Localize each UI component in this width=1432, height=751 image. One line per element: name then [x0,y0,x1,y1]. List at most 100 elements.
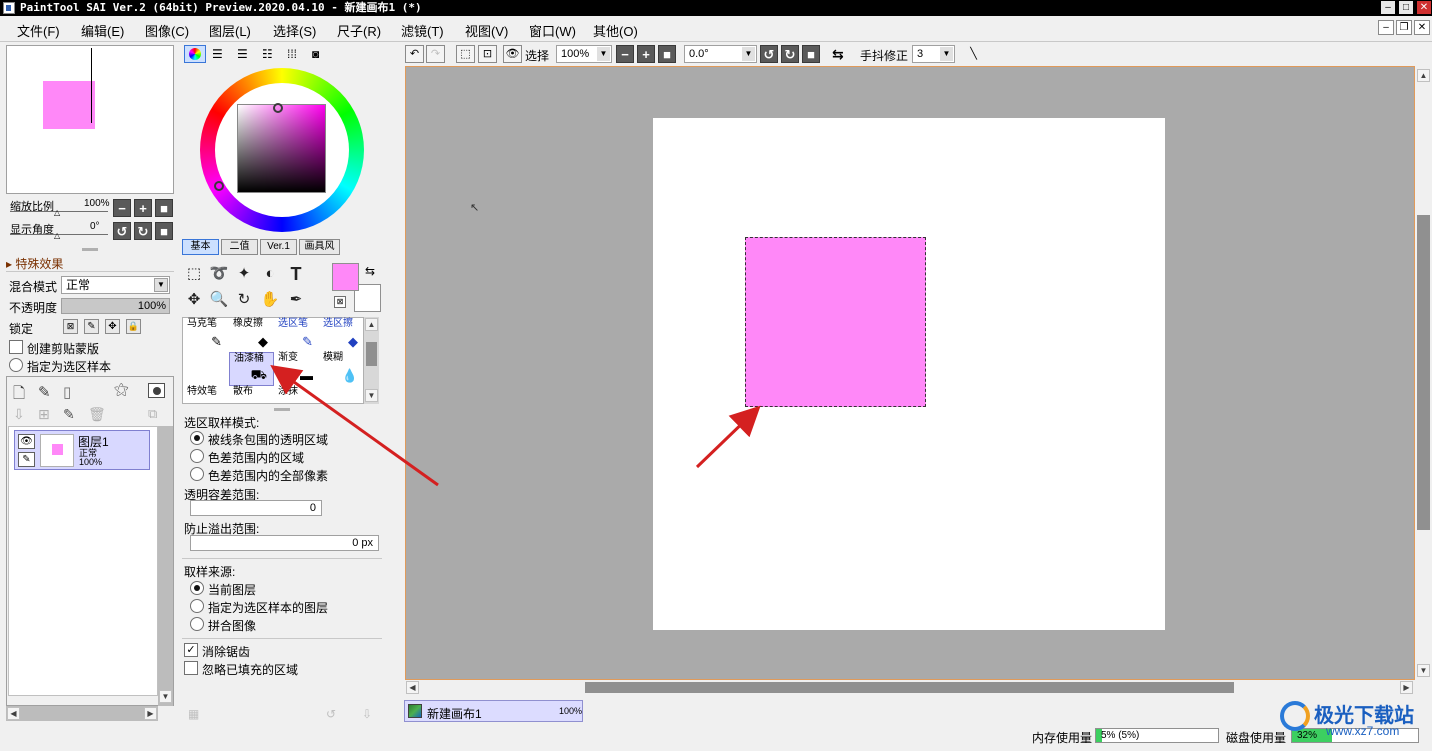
antialias-checkbox[interactable]: ✓ [184,643,198,657]
text-tool-icon[interactable]: T [284,262,308,286]
brush-marker[interactable]: 马克笔 ✎ [183,318,228,352]
invert-selection-button[interactable]: ⊡ [478,45,497,63]
mdi-close-icon[interactable]: ✕ [1414,20,1430,35]
lock-move-icon[interactable]: ✥ [105,319,120,334]
layer-scroll-down-icon[interactable]: ▼ [159,690,172,703]
straight-line-icon[interactable]: ╲ [964,45,983,63]
brush-selection-pen[interactable]: 选区笔 ✎ [274,318,319,352]
menu-select[interactable]: 选择(S) [273,21,316,40]
canvas-scroll-left-icon[interactable]: ◀ [406,681,419,694]
redo-button[interactable]: ↷ [426,45,445,63]
menu-edit[interactable]: 编辑(E) [81,21,124,40]
canvas-v-scroll-thumb[interactable] [1417,215,1430,530]
mode-radio-1[interactable] [190,431,204,445]
canvas-scroll-down-icon[interactable]: ▼ [1417,664,1430,677]
clear-layer-icon[interactable]: ✎ [63,406,75,423]
menu-file[interactable]: 文件(F) [17,21,60,40]
menu-ruler[interactable]: 尺子(R) [337,21,381,40]
mdi-restore-icon[interactable]: ❐ [1396,20,1412,35]
toolbar-zoom-in-button[interactable]: + [637,45,655,63]
layer-mask-apply-icon[interactable]: ⧉ [148,406,157,422]
hsv-slider-mode-icon[interactable]: ☰ [237,47,248,61]
layer-list-scrollbar[interactable] [158,426,173,706]
lock-paint-icon[interactable]: ✎ [84,319,99,334]
magic-wand-tool-icon[interactable]: ✦ [232,262,256,286]
layer-scroll-left-icon[interactable]: ◀ [7,707,20,720]
zoom-tool-icon[interactable]: 🔍 [207,288,231,312]
tolerance-input[interactable]: 0 [190,500,322,516]
toolbar-rotate-reset-button[interactable]: ■ [802,45,820,63]
tool-save-icon[interactable]: ⇩ [362,707,372,721]
tool-reset-icon[interactable]: ↺ [326,707,336,721]
toolbar-rotate-left-button[interactable]: ↺ [760,45,778,63]
new-folder-icon[interactable]: ▯ [63,383,71,401]
swap-colors-icon[interactable]: ⇆ [365,264,375,278]
new-layer-icon[interactable]: 🗋 [13,383,25,408]
brush-smudge[interactable]: 涂抹 [274,386,319,420]
toolbar-rotate-right-button[interactable]: ↻ [781,45,799,63]
layer-mask-icon[interactable] [148,383,165,398]
brush-scroll-down-icon[interactable]: ▼ [365,389,378,402]
rotation-select[interactable]: 0.0° ▼ [684,45,757,63]
lasso-tool-icon[interactable]: ➰ [207,262,231,286]
minimize-icon[interactable]: – [1381,1,1395,14]
layer-h-scrollbar[interactable] [6,706,158,721]
toolbar-zoom-reset-button[interactable]: ■ [658,45,676,63]
eye-icon[interactable]: 👁 [18,434,35,449]
brush-empty2[interactable] [319,386,364,420]
zoom-out-button[interactable]: − [113,199,131,217]
lock-all-icon[interactable]: 🔒 [126,319,141,334]
rotate-right-button[interactable]: ↻ [134,222,152,240]
zoom-slider-thumb[interactable]: △ [54,208,60,217]
menu-layer[interactable]: 图层(L) [209,21,251,40]
menu-filter[interactable]: 滤镜(T) [401,21,444,40]
layer-row[interactable]: 👁 ✎ 图层1 正常 100% [14,430,150,470]
layer-effect-icon[interactable]: ⚝ [114,381,129,398]
ignore-filled-checkbox[interactable] [184,661,198,675]
tool-settings-icon[interactable]: ▦ [188,707,199,721]
rotate-left-button[interactable]: ↺ [113,222,131,240]
brush-splitter[interactable] [274,408,290,411]
mode-radio-2[interactable] [190,449,204,463]
source-radio-1[interactable] [190,581,204,595]
pen-icon[interactable]: ✎ [18,452,35,467]
source-radio-2[interactable] [190,599,204,613]
delete-layer-icon[interactable]: 🗑 [88,406,106,423]
effects-expander[interactable]: ▸ 特殊效果 [6,255,63,272]
maximize-icon[interactable]: □ [1399,1,1413,14]
eyedropper-tool-icon[interactable]: ✒ [284,288,308,312]
color-wheel-mode-button[interactable] [184,45,206,63]
lock-transparency-icon[interactable]: ⊠ [63,319,78,334]
blend-mode-select[interactable]: 正常 ▼ [61,276,170,294]
rgb-slider-mode-icon[interactable]: ☰ [212,47,223,61]
menu-image[interactable]: 图像(C) [145,21,189,40]
canvas-h-scroll-thumb[interactable] [585,682,1234,693]
transparent-color-icon[interactable]: ⊠ [334,296,346,308]
canvas-tab[interactable]: 新建画布1 100% [404,700,583,722]
toolbar-zoom-out-button[interactable]: − [616,45,634,63]
navigator-preview[interactable] [6,45,174,194]
undo-button[interactable]: ↶ [405,45,424,63]
panel-splitter[interactable] [82,248,98,251]
layer-scroll-right-icon[interactable]: ▶ [144,707,157,720]
brush-empty[interactable] [183,352,228,386]
rotate-tool-icon[interactable]: ↻ [232,288,256,312]
rotate-reset-button[interactable]: ■ [155,222,173,240]
menu-view[interactable]: 视图(V) [465,21,508,40]
merge-down-icon[interactable]: ⊞ [38,406,50,423]
zoom-select[interactable]: 100% ▼ [556,45,612,63]
saturation-value-square[interactable] [237,104,326,193]
scratchpad-mode-icon[interactable]: ◙ [312,47,319,61]
close-icon[interactable]: ✕ [1417,1,1431,14]
new-linework-layer-icon[interactable]: ✎ [38,383,51,401]
canvas-area[interactable]: ↖ [405,66,1415,680]
zoom-in-button[interactable]: + [134,199,152,217]
mode-radio-3[interactable] [190,467,204,481]
opacity-slider[interactable]: 100% [61,298,170,314]
tab-ver1[interactable]: Ver.1 [260,239,297,255]
transfer-down-icon[interactable]: ⇩ [13,406,25,423]
tab-basic[interactable]: 基本 [182,239,219,255]
swatch-mode-icon[interactable]: ⁞⁞⁞ [287,47,297,61]
stabilizer-select[interactable]: 3 ▼ [912,45,955,63]
rect-select-tool-icon[interactable]: ⬚ [182,262,206,286]
